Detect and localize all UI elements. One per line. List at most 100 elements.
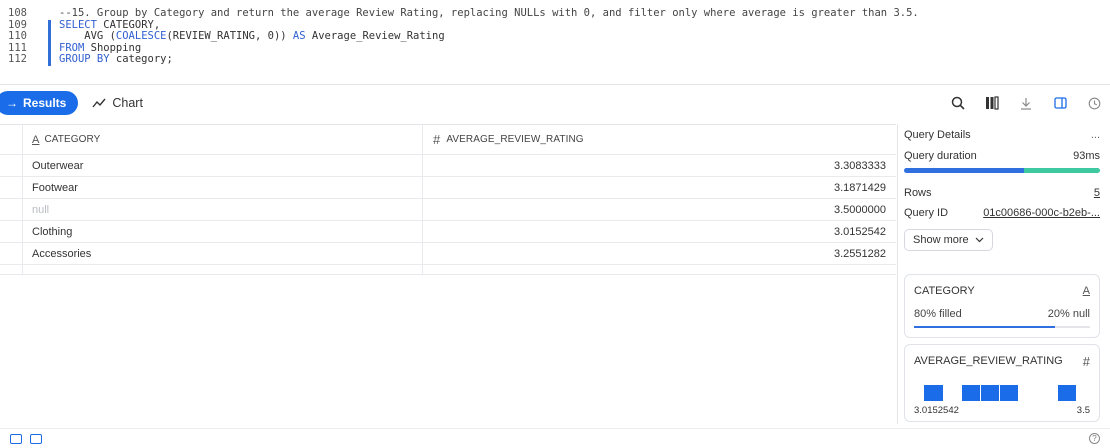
number-type-icon: # xyxy=(433,132,441,147)
layout-top-icon[interactable] xyxy=(10,433,22,444)
rows-label: Rows xyxy=(904,187,932,199)
table-row[interactable]: Clothing 3.0152542 xyxy=(0,221,896,243)
grid-header: A CATEGORY # AVERAGE_REVIEW_RATING xyxy=(0,125,896,155)
selection-marker xyxy=(48,31,51,43)
code-token: Average_Review_Rating xyxy=(305,30,445,42)
results-toolbar: → Results Chart xyxy=(0,84,1110,120)
show-more-button[interactable]: Show more xyxy=(904,229,993,251)
cell-category[interactable]: Footwear xyxy=(23,177,423,198)
row-index xyxy=(0,221,23,242)
arrow-right-icon: → xyxy=(6,95,18,110)
cell-average-review-rating[interactable]: 3.1871429 xyxy=(423,177,896,198)
tab-chart-label: Chart xyxy=(112,95,143,110)
null-percent: 20% null xyxy=(1047,308,1090,320)
query-id-link[interactable]: 01c00686-000c-b2eb-... xyxy=(983,207,1100,219)
query-details-panel: Query Details ... Query duration 93ms Ro… xyxy=(897,124,1110,424)
code-token: AS xyxy=(292,30,306,42)
help-icon[interactable]: ? xyxy=(1089,433,1100,444)
rows-value-link[interactable]: 5 xyxy=(1094,187,1100,199)
cell-average-review-rating[interactable]: 3.5000000 xyxy=(423,199,896,220)
fill-bar-filled xyxy=(914,326,1055,328)
cell-category[interactable]: Accessories xyxy=(23,243,423,264)
code-token: CATEGORY, xyxy=(96,18,161,31)
code-token: COALESCE xyxy=(115,30,167,42)
table-row-empty xyxy=(0,265,896,275)
category-column-card[interactable]: CATEGORY A 80% filled 20% null xyxy=(904,274,1100,338)
column-header-label: CATEGORY xyxy=(44,134,101,145)
cell-empty xyxy=(23,265,423,274)
query-duration-row: Query duration 93ms xyxy=(904,146,1100,166)
code-token: FROM xyxy=(59,41,85,54)
columns-icon[interactable] xyxy=(984,95,1000,111)
number-type-icon: # xyxy=(1082,353,1090,369)
duration-segment-execute xyxy=(1023,168,1100,173)
cell-category[interactable]: Outerwear xyxy=(23,155,423,176)
layout-bottom-icon[interactable] xyxy=(30,433,42,444)
fill-bar xyxy=(914,326,1090,328)
code-text: GROUP BY category; xyxy=(59,53,173,66)
average-review-rating-column-card[interactable]: AVERAGE_REVIEW_RATING # 3.0152542 3.5 xyxy=(904,344,1100,422)
tab-chart[interactable]: Chart xyxy=(92,96,143,110)
query-duration-label: Query duration xyxy=(904,150,977,162)
tab-results-label: Results xyxy=(23,95,67,110)
row-index xyxy=(0,265,23,274)
column-header-average-review-rating[interactable]: # AVERAGE_REVIEW_RATING xyxy=(423,125,896,154)
histogram-bar xyxy=(962,385,980,401)
line-number: 110 xyxy=(8,30,27,42)
row-index xyxy=(0,155,23,176)
cell-category[interactable]: Clothing xyxy=(23,221,423,242)
query-duration-value: 93ms xyxy=(1073,150,1100,162)
tab-results[interactable]: → Results xyxy=(0,90,79,115)
more-options-icon[interactable]: ... xyxy=(1091,129,1100,141)
chart-line-icon xyxy=(92,98,106,107)
line-number: 108 xyxy=(8,7,27,19)
status-bar: ? xyxy=(0,428,1110,448)
query-details-title: Query Details xyxy=(904,129,971,141)
cell-empty xyxy=(423,265,896,274)
selection-marker xyxy=(48,8,51,20)
code-line[interactable]: 108 --15. Group by Category and return th… xyxy=(0,7,1110,20)
row-index xyxy=(0,177,23,198)
table-row[interactable]: Footwear 3.1871429 xyxy=(0,177,896,199)
card-column-name: CATEGORY xyxy=(914,285,975,297)
query-details-header: Query Details ... xyxy=(904,124,1100,146)
show-more-label: Show more xyxy=(913,234,969,246)
code-token: category; xyxy=(109,53,173,65)
histogram-bar xyxy=(924,385,943,401)
line-number: 112 xyxy=(8,53,27,65)
cell-average-review-rating[interactable]: 3.3083333 xyxy=(423,155,896,176)
search-icon[interactable] xyxy=(950,95,966,111)
cell-average-review-rating[interactable]: 3.2551282 xyxy=(423,243,896,264)
table-row[interactable]: Outerwear 3.3083333 xyxy=(0,155,896,177)
code-token: GROUP BY xyxy=(59,53,110,65)
download-icon[interactable] xyxy=(1018,95,1034,111)
row-index-header xyxy=(0,125,23,154)
column-header-label: AVERAGE_REVIEW_RATING xyxy=(446,134,584,145)
panel-toggle-icon[interactable] xyxy=(1052,95,1068,111)
cell-category[interactable]: null xyxy=(23,199,423,220)
duration-segment-compile xyxy=(904,168,1024,173)
query-duration-bar xyxy=(904,168,1100,173)
row-index xyxy=(0,243,23,264)
code-line[interactable]: 110 AVG (COALESCE(REVIEW_RATING, 0)) AS … xyxy=(0,30,1110,43)
query-id-label: Query ID xyxy=(904,207,949,219)
text-type-icon: A xyxy=(32,133,40,146)
results-grid: A CATEGORY # AVERAGE_REVIEW_RATING Outer… xyxy=(0,124,896,275)
history-clock-icon[interactable] xyxy=(1086,95,1102,111)
histogram-max-label: 3.5 xyxy=(1076,405,1090,416)
text-type-icon: A xyxy=(1082,285,1090,297)
selection-marker xyxy=(48,19,51,31)
code-line[interactable]: 112 GROUP BY category; xyxy=(0,53,1110,66)
code-token: SELECT xyxy=(59,18,97,31)
code-token: AVG ( xyxy=(59,30,116,42)
histogram-bar xyxy=(1058,385,1076,401)
row-index xyxy=(0,199,23,220)
table-row[interactable]: Accessories 3.2551282 xyxy=(0,243,896,265)
filled-percent: 80% filled xyxy=(914,308,962,320)
selection-marker xyxy=(48,54,51,66)
table-row[interactable]: null 3.5000000 xyxy=(0,199,896,221)
column-header-category[interactable]: A CATEGORY xyxy=(23,125,423,154)
query-id-row: Query ID 01c00686-000c-b2eb-... xyxy=(904,203,1100,223)
cell-average-review-rating[interactable]: 3.0152542 xyxy=(423,221,896,242)
sql-editor[interactable]: 108 --15. Group by Category and return th… xyxy=(0,0,1110,84)
